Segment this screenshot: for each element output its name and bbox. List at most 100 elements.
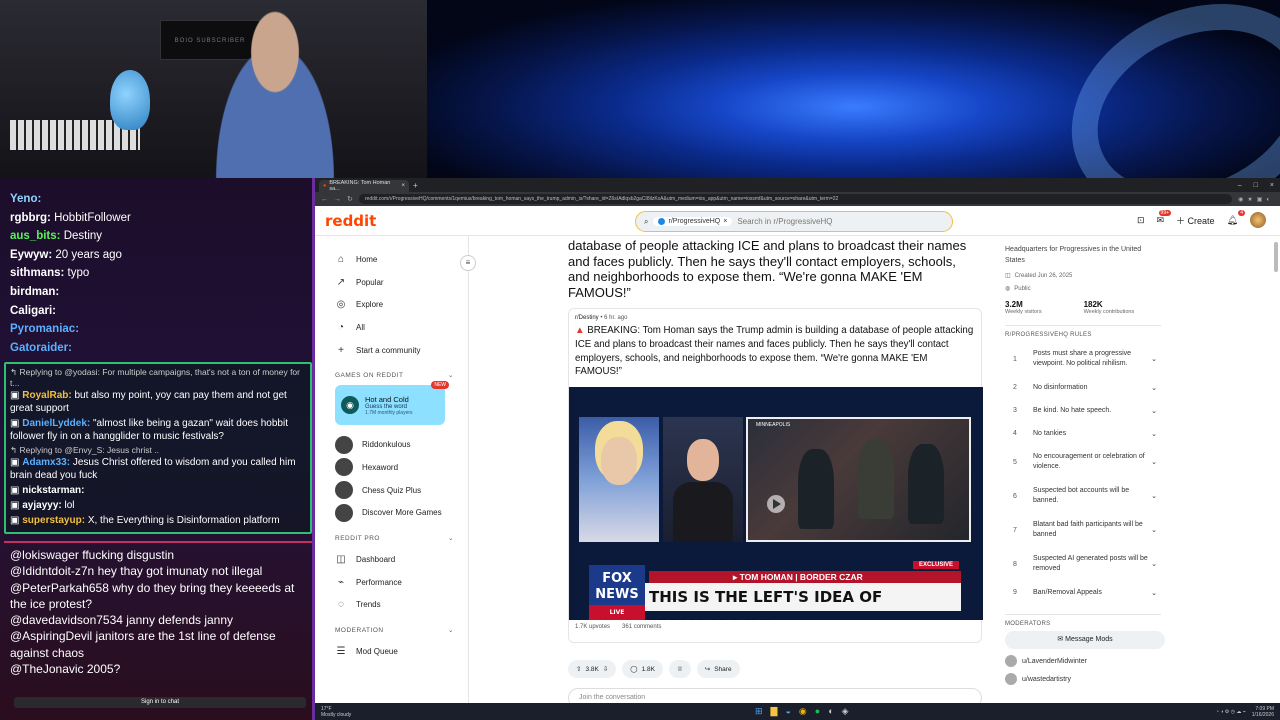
chat-username[interactable]: Adamx33:	[22, 457, 70, 468]
start-icon[interactable]: ⊞	[755, 706, 763, 717]
avatar[interactable]	[1250, 212, 1266, 228]
rule-item[interactable]: 7 Blatant bad faith participants will be …	[1005, 513, 1161, 547]
browser-tab[interactable]: ● BREAKING: Tom Homan sa... ×	[319, 180, 409, 192]
rule-number: 7	[1013, 526, 1017, 534]
rule-item[interactable]: 9 Ban/Removal Appeals ⌄	[1005, 581, 1161, 604]
collapse-nav-button[interactable]: ≡	[460, 255, 476, 271]
create-button[interactable]: ＋ Create	[1176, 214, 1215, 227]
moderation-section-title: MODERATION	[335, 626, 384, 634]
minimize-icon[interactable]: –	[1238, 182, 1242, 189]
pro-item[interactable]: ⌁ Performance	[335, 571, 454, 594]
moderator-item[interactable]: u/wastedartistry	[1005, 673, 1161, 685]
rules-title: R/PROGRESSIVEHQ RULES	[1005, 332, 1092, 338]
game-item[interactable]: Chess Quiz Plus	[335, 479, 454, 502]
crosspost-comments: 361 comments	[622, 624, 662, 630]
chat-icon[interactable]: ✉ 99+	[1156, 209, 1172, 226]
crosspost-title[interactable]: ▲ BREAKING: Tom Homan says the Trump adm…	[575, 324, 975, 379]
steam-icon[interactable]: ◈	[842, 706, 849, 717]
rule-item[interactable]: 1 Posts must share a progressive viewpoin…	[1005, 342, 1161, 376]
bell-icon[interactable]: 🔔︎ 4	[1227, 209, 1245, 226]
pro-section-title: REDDIT PRO	[335, 534, 380, 542]
spotify-icon[interactable]: ●	[815, 706, 820, 717]
comment-input[interactable]: Join the conversation	[568, 688, 982, 703]
nav-item-home[interactable]: ⌂ Home	[335, 248, 454, 271]
pro-section-header[interactable]: REDDIT PRO ⌄	[335, 532, 454, 544]
chat-username[interactable]: DanielLyddek:	[22, 418, 90, 429]
chat-username[interactable]: Caligari:	[10, 305, 56, 317]
chat-username[interactable]: Eywyw:	[10, 249, 52, 261]
downvote-icon[interactable]: ⇩	[603, 665, 608, 673]
chat-username[interactable]: Pyromaniac:	[10, 323, 79, 335]
search-community-chip[interactable]: r/ProgressiveHQ ×	[653, 217, 733, 226]
rule-item[interactable]: 6 Suspected bot accounts will be banned. ⌄	[1005, 479, 1161, 513]
moderator-item[interactable]: u/LavenderMidwinter	[1005, 655, 1161, 667]
new-tab-button[interactable]: +	[413, 181, 418, 190]
reload-icon[interactable]: ↻	[347, 195, 353, 203]
forward-icon[interactable]: →	[334, 196, 341, 203]
close-window-icon[interactable]: ×	[1270, 182, 1274, 189]
tray-icons[interactable]: ◔ ◑ ⚙ ◷ ☁ ⌁	[1216, 709, 1246, 715]
address-bar-row: ← → ↻ reddit.com/r/ProgressiveHQ/comment…	[315, 192, 1280, 206]
chat-message: aus_bits: Destiny	[10, 227, 302, 246]
search-placeholder: Search in r/ProgressiveHQ	[737, 217, 833, 226]
file-explorer-icon[interactable]: ▇	[771, 706, 778, 717]
scrollbar[interactable]	[1274, 242, 1278, 272]
play-icon[interactable]	[767, 495, 785, 513]
nav-item-explore[interactable]: ◎ Explore	[335, 293, 454, 316]
games-section-header[interactable]: GAMES ON REDDIT ⌄	[335, 369, 454, 381]
obs-icon[interactable]: ◐	[828, 706, 833, 717]
sign-in-to-chat-button[interactable]: Sign in to chat	[14, 697, 306, 708]
maximize-icon[interactable]: □	[1254, 182, 1258, 189]
extension-icons[interactable]: ◉★▣◐	[1238, 196, 1274, 203]
weather-widget[interactable]: 17°F Mostly cloudy	[321, 706, 351, 718]
edge-icon[interactable]: ◒	[785, 706, 790, 717]
chat-username[interactable]: aus_bits:	[10, 230, 61, 242]
nav-item-popular[interactable]: ↗ Popular	[335, 271, 454, 294]
game-item[interactable]: Riddonkulous	[335, 433, 454, 456]
chat-username[interactable]: sithmans:	[10, 267, 64, 279]
chat-username[interactable]: RoyalRab:	[22, 390, 71, 401]
clock[interactable]: 7:09 PM 1/16/2026	[1252, 706, 1274, 718]
search-bar[interactable]: ⌕ r/ProgressiveHQ × Search in r/Progress…	[635, 211, 953, 232]
chat-username[interactable]: nickstarman:	[22, 485, 84, 496]
chat-username[interactable]: superstayup:	[22, 515, 85, 526]
crosspost-subreddit[interactable]: r/Destiny	[575, 315, 599, 321]
featured-game-card[interactable]: ◉ Hot and Cold Guess the word 1.7M month…	[335, 381, 449, 426]
chrome-icon[interactable]: ◉	[799, 706, 807, 717]
comments-button[interactable]: ◯ 1.8K	[622, 660, 663, 678]
game-item[interactable]: Hexaword	[335, 456, 454, 479]
nav-item-all[interactable]: ◔ All	[335, 316, 454, 339]
rule-item[interactable]: 2 No disinformation ⌄	[1005, 376, 1161, 399]
video-player[interactable]: MINNEAPOLIS EXCLUSIVE ▸ TOM HOMAN | BORD…	[569, 387, 983, 620]
back-icon[interactable]: ←	[321, 196, 328, 203]
pro-item[interactable]: ◌ Trends	[335, 594, 454, 617]
chat-username[interactable]: Yeno:	[10, 193, 41, 205]
chat-username[interactable]: birdman:	[10, 286, 59, 298]
chat-username[interactable]: ayjayyy:	[22, 500, 61, 511]
game-item[interactable]: Discover More Games	[335, 502, 454, 525]
moderation-section-header[interactable]: MODERATION ⌄	[335, 624, 454, 636]
close-tab-icon[interactable]: ×	[401, 183, 405, 189]
rule-item[interactable]: 4 No tankies ⌄	[1005, 422, 1161, 445]
pro-item[interactable]: ◫ Dashboard	[335, 548, 454, 571]
rule-item[interactable]: 5 No encouragement or celebration of viol…	[1005, 445, 1161, 479]
chat-username[interactable]: rgbbrg:	[10, 212, 51, 224]
rule-item[interactable]: 3 Be kind. No hate speech. ⌄	[1005, 399, 1161, 422]
share-button[interactable]: ↪ Share	[696, 660, 740, 678]
reddit-logo[interactable]: reddit	[325, 212, 376, 230]
nav-item-start-a-community[interactable]: + Start a community	[335, 339, 454, 362]
clear-chip-icon[interactable]: ×	[723, 218, 727, 225]
vote-bar[interactable]: ⇧ 3.8K ⇩	[568, 660, 617, 678]
address-bar[interactable]: reddit.com/r/ProgressiveHQ/comments/1qem…	[358, 194, 1233, 204]
award-button[interactable]: ♕	[668, 660, 691, 678]
mod-item[interactable]: ☰ Mod Queue	[335, 640, 454, 663]
chat-username[interactable]: Gatoraider:	[10, 342, 72, 354]
upvote-icon[interactable]: ⇧	[576, 665, 581, 673]
pro-list: ◫ Dashboard ⌁ Performance ◌ Trends	[335, 548, 454, 616]
message-mods-button[interactable]: ✉ Message Mods	[1005, 631, 1165, 649]
rule-item[interactable]: 8 Suspected AI generated posts will be re…	[1005, 547, 1161, 581]
crosspost-card[interactable]: r/Destiny • 6 hr. ago ▲ BREAKING: Tom Ho…	[568, 308, 983, 643]
pro-item-icon: ◌	[338, 599, 344, 611]
ads-icon[interactable]: ⊡	[1137, 215, 1145, 226]
game-label: Discover More Games	[362, 508, 442, 518]
